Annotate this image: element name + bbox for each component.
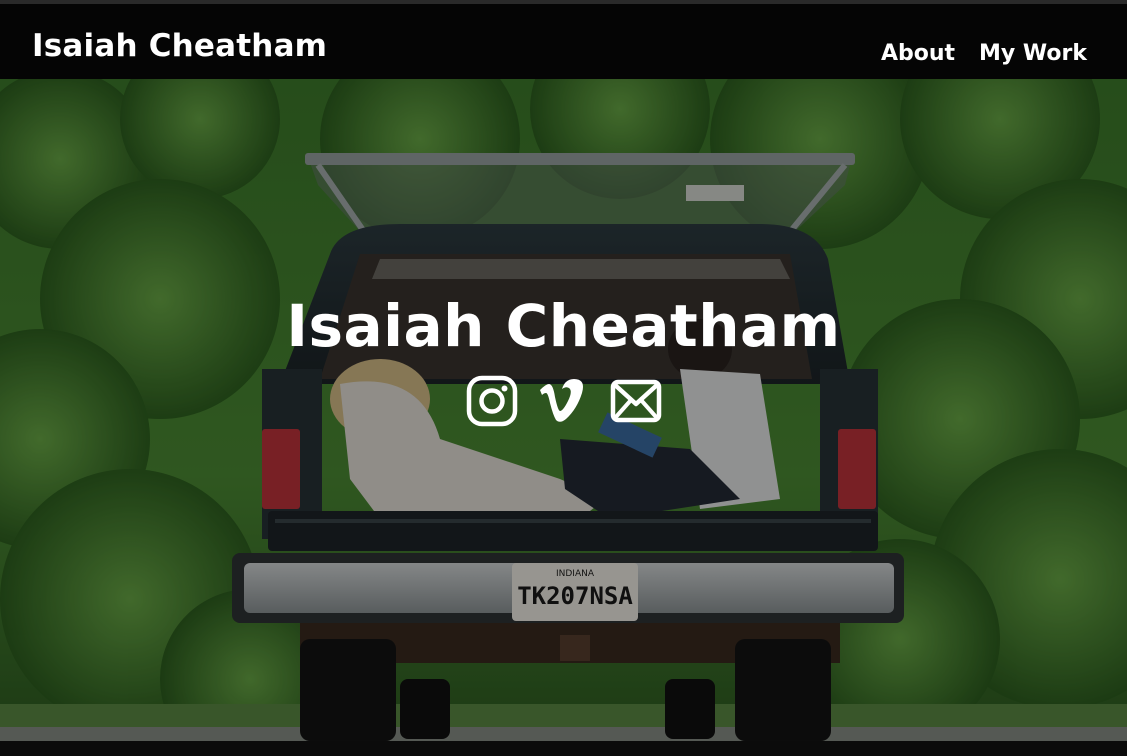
email-link[interactable] [610, 375, 662, 427]
bottom-edge [0, 741, 1127, 756]
nav-link-about[interactable]: About [881, 41, 955, 66]
vimeo-link[interactable] [538, 375, 590, 427]
hero-section: INDIANA TK207NSA Isaiah Cheatham [0, 79, 1127, 741]
instagram-link[interactable] [466, 375, 518, 427]
hero-title: Isaiah Cheatham [286, 292, 841, 360]
nav-link-my-work[interactable]: My Work [979, 41, 1087, 66]
instagram-icon [466, 375, 517, 427]
envelope-icon [610, 379, 661, 423]
nav-links: About My Work [881, 41, 1087, 66]
vimeo-icon [539, 379, 583, 422]
social-links [0, 375, 1127, 427]
site-brand[interactable]: Isaiah Cheatham [32, 28, 327, 64]
top-navigation: Isaiah Cheatham About My Work [0, 4, 1127, 79]
